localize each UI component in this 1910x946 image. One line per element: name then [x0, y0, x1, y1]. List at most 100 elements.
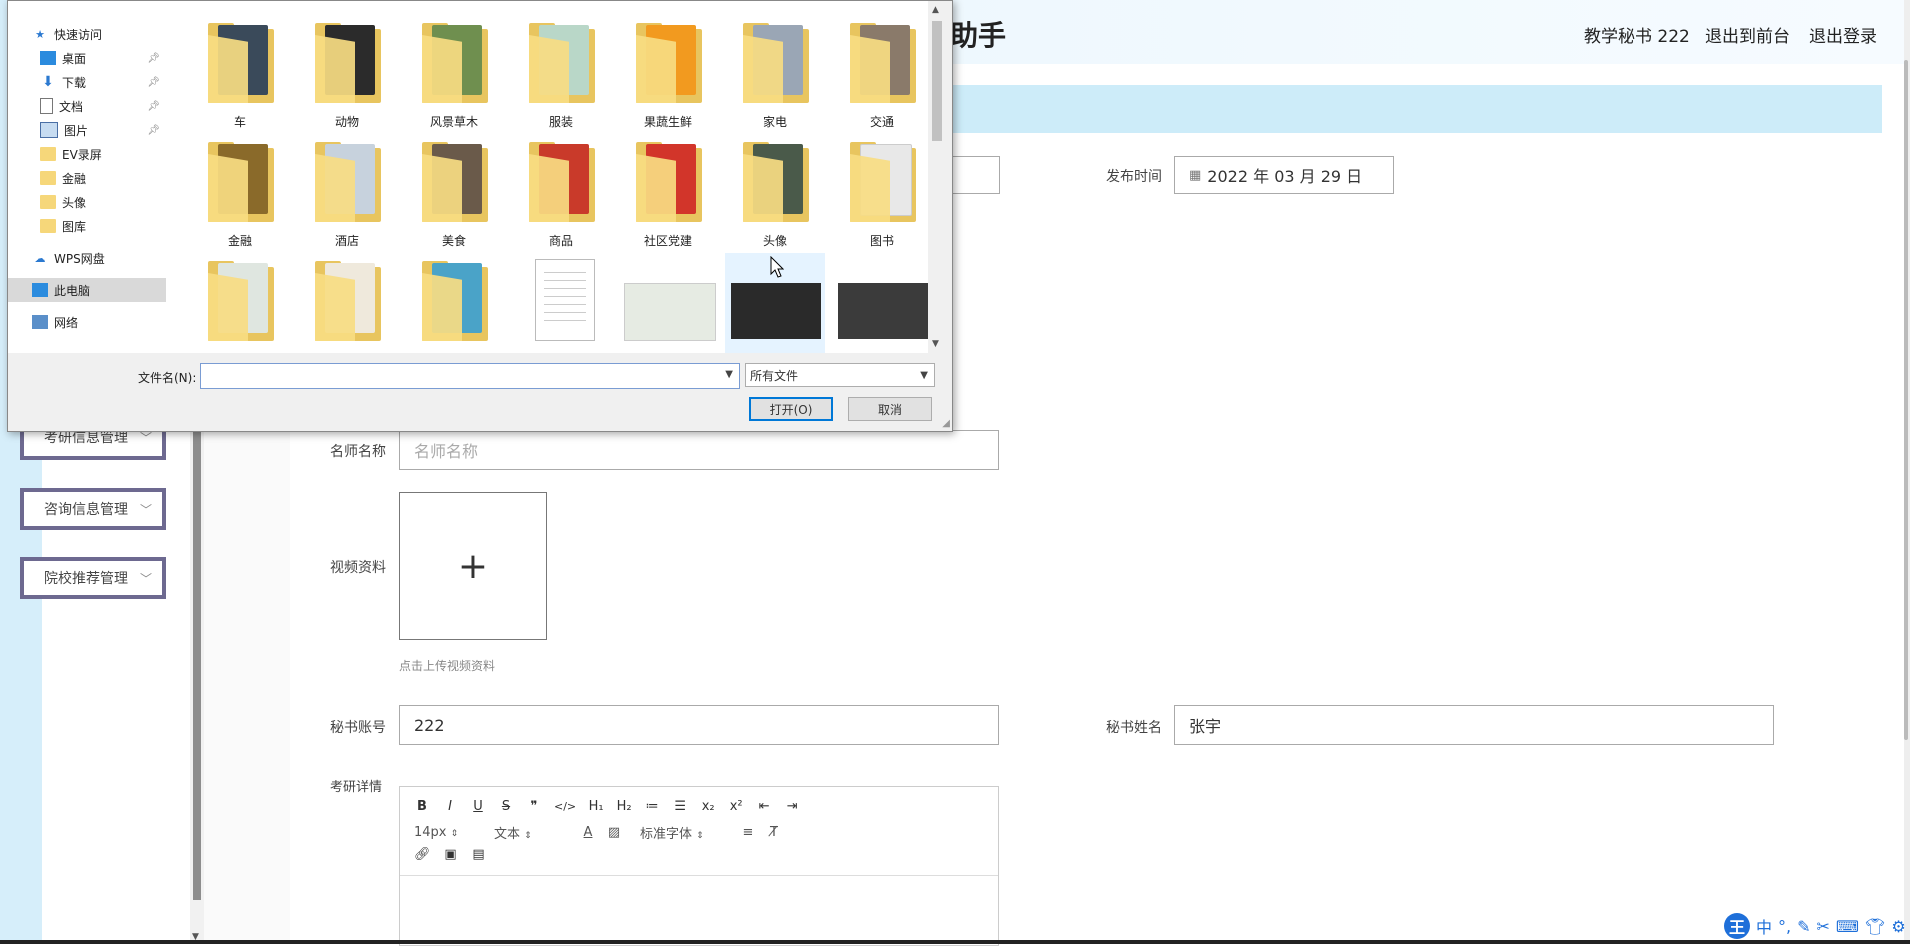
page-title: 助手	[950, 19, 1007, 52]
menu-school-recommend[interactable]: 院校推荐管理 ﹀	[20, 557, 166, 599]
heading-1-button[interactable]: H₁	[588, 799, 604, 814]
folder-tile[interactable]: 车	[190, 15, 290, 133]
nav-avatar[interactable]: 头像	[8, 190, 166, 214]
font-family-select[interactable]: 标准字体 ⇕	[640, 823, 730, 842]
file-list-scroll-thumb[interactable]	[932, 21, 942, 141]
folder-tile[interactable]: 酒店	[297, 134, 397, 252]
resize-grip-icon[interactable]: ◢	[942, 418, 950, 429]
ime-mode-toggle[interactable]: 中	[1756, 914, 1772, 938]
bullet-list-button[interactable]: ☰	[672, 799, 688, 814]
map-image-icon	[624, 283, 716, 341]
folder-tile[interactable]: 服装	[511, 15, 611, 133]
folder-tile[interactable]: 动物	[297, 15, 397, 133]
nav-desktop[interactable]: 桌面 📌︎	[8, 46, 166, 70]
user-account-link[interactable]: 教学秘书 222	[1584, 22, 1690, 47]
folder-tile[interactable]: 金融	[190, 134, 290, 252]
menu-consult-info[interactable]: 咨询信息管理 ﹀	[20, 488, 166, 530]
folder-tile[interactable]	[297, 253, 397, 353]
partial-input-field[interactable]	[950, 156, 1000, 194]
nav-quick-access[interactable]: ★ 快速访问	[8, 22, 166, 46]
image-icon[interactable]: ▣	[443, 847, 459, 862]
text-color-icon[interactable]: A	[580, 825, 596, 840]
heading-2-button[interactable]: H₂	[616, 799, 632, 814]
cancel-button[interactable]: 取消	[848, 397, 932, 421]
back-to-frontend-link[interactable]: 退出到前台	[1705, 22, 1790, 47]
file-list-scrollbar[interactable]: ▲ ▼	[928, 1, 946, 353]
page-scroll-thumb[interactable]	[1904, 60, 1908, 740]
settings-gear-icon[interactable]: ⚙	[1891, 917, 1905, 936]
keyboard-icon[interactable]: ⌨	[1836, 917, 1859, 936]
navigation-pane[interactable]: ★ 快速访问 桌面 📌︎ ⬇ 下载 📌︎ 文档 📌︎ 图片 📌︎ EV录屏 金融 头像 图库…	[8, 1, 166, 353]
file-open-dialog[interactable]: ★ 快速访问 桌面 📌︎ ⬇ 下载 📌︎ 文档 📌︎ 图片 📌︎ EV录屏 金融 头像 图库…	[7, 0, 953, 432]
file-list-pane[interactable]: 车 动物 风景草木 服装 果蔬生鲜 家电 交通 金融 酒店 美食 商品 社区党建…	[166, 1, 928, 353]
folder-tile[interactable]: 美食	[404, 134, 504, 252]
strikethrough-button[interactable]: S	[498, 799, 514, 814]
document-tile[interactable]	[511, 253, 611, 353]
ime-logo-icon[interactable]: 王	[1724, 913, 1750, 939]
folder-tile[interactable]	[190, 253, 290, 353]
underline-button[interactable]: U	[470, 799, 486, 814]
nav-pictures[interactable]: 图片 📌︎	[8, 118, 166, 142]
folder-tile[interactable]: 商品	[511, 134, 611, 252]
image-tile[interactable]	[832, 253, 928, 353]
secretary-name-input[interactable]: 张宇	[1174, 705, 1774, 745]
folder-icon	[40, 219, 56, 233]
subscript-button[interactable]: x₂	[700, 799, 716, 814]
nav-downloads[interactable]: ⬇ 下载 📌︎	[8, 70, 166, 94]
block-type-select[interactable]: 文本 ⇕	[494, 823, 570, 842]
indent-button[interactable]: ⇥	[784, 799, 800, 814]
editor-content-area[interactable]	[400, 875, 998, 946]
nav-finance[interactable]: 金融	[8, 166, 166, 190]
folder-tile[interactable]: 家电	[725, 15, 825, 133]
punctuation-icon[interactable]: °,	[1778, 917, 1791, 936]
logout-link[interactable]: 退出登录	[1809, 22, 1877, 47]
filename-input[interactable]: ▼	[200, 363, 740, 389]
nav-gallery[interactable]: 图库	[8, 214, 166, 238]
teacher-name-input[interactable]: 名师名称	[399, 430, 999, 470]
rich-text-editor[interactable]: B I U S ❞ </> H₁ H₂ ≔ ☰ x₂ x² ⇤ ⇥ 14px ⇕…	[399, 786, 999, 946]
nav-documents[interactable]: 文档 📌︎	[8, 94, 166, 118]
scroll-up-arrow-icon[interactable]: ▲	[932, 5, 939, 15]
folder-tile[interactable]: 图书	[832, 134, 928, 252]
blockquote-button[interactable]: ❞	[526, 799, 542, 814]
link-icon[interactable]: 🔗︎	[414, 847, 431, 862]
font-size-select[interactable]: 14px ⇕	[414, 825, 484, 840]
nav-this-pc[interactable]: 此电脑	[8, 278, 166, 302]
updown-icon: ⇕	[450, 829, 459, 839]
italic-button[interactable]: I	[442, 799, 458, 814]
nav-wps-cloud[interactable]: ☁ WPS网盘	[8, 246, 166, 270]
code-button[interactable]: </>	[554, 800, 576, 813]
superscript-button[interactable]: x²	[728, 799, 744, 814]
dropdown-arrow-icon[interactable]: ▼	[725, 369, 733, 380]
image-tile[interactable]	[618, 253, 718, 353]
folder-tile[interactable]: 社区党建	[618, 134, 718, 252]
page-scrollbar[interactable]	[1904, 0, 1910, 944]
folder-icon	[208, 142, 274, 222]
open-button[interactable]: 打开(O)	[749, 397, 833, 421]
nav-network[interactable]: 网络	[8, 310, 166, 334]
ime-toolbar[interactable]: 王 中 °, ✎ ✂ ⌨ 👕︎ ⚙	[1724, 912, 1906, 940]
align-icon[interactable]: ≡	[740, 825, 756, 840]
folder-tile[interactable]: 风景草木	[404, 15, 504, 133]
nav-label: 头像	[62, 195, 87, 210]
skin-icon[interactable]: 👕︎	[1865, 917, 1885, 936]
pen-icon[interactable]: ✎	[1797, 917, 1810, 936]
scissors-icon[interactable]: ✂	[1817, 917, 1830, 936]
folder-tile[interactable]	[404, 253, 504, 353]
outdent-button[interactable]: ⇤	[756, 799, 772, 814]
nav-ev-recorder[interactable]: EV录屏	[8, 142, 166, 166]
ordered-list-button[interactable]: ≔	[644, 799, 660, 814]
scroll-down-arrow-icon[interactable]: ▼	[932, 339, 939, 349]
bold-button[interactable]: B	[414, 799, 430, 814]
folder-tile[interactable]: 头像	[725, 134, 825, 252]
clear-format-icon[interactable]: T̸	[766, 825, 782, 840]
publish-time-field[interactable]: ▦ 2022 年 03 月 29 日	[1174, 156, 1394, 194]
folder-tile[interactable]: 交通	[832, 15, 928, 133]
star-icon: ★	[35, 27, 45, 41]
file-type-filter[interactable]: 所有文件 ▼	[745, 363, 935, 387]
folder-tile[interactable]: 果蔬生鲜	[618, 15, 718, 133]
video-upload-box[interactable]: +	[399, 492, 547, 640]
video-icon[interactable]: ▤	[471, 847, 487, 862]
secretary-account-input[interactable]: 222	[399, 705, 999, 745]
background-color-icon[interactable]: ▨	[606, 825, 622, 840]
